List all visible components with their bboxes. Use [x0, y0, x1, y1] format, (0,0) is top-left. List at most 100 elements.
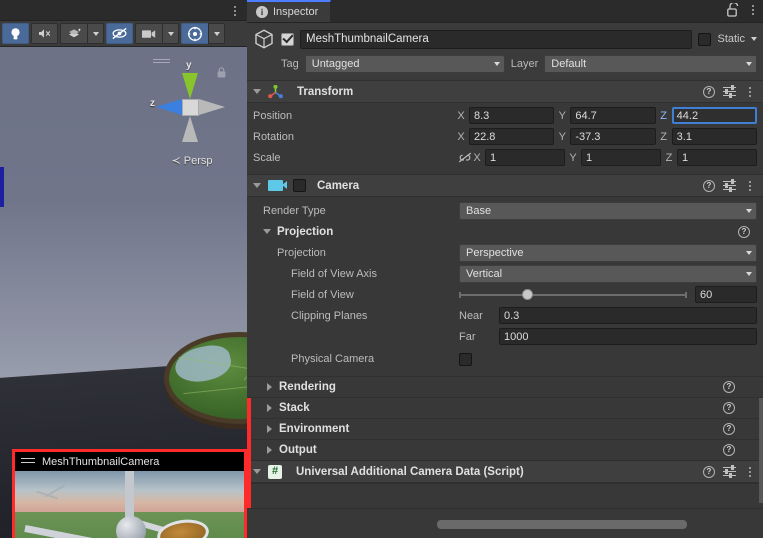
camera-preview-grip-icon[interactable] — [21, 457, 35, 466]
help-icon[interactable]: ? — [703, 465, 715, 478]
gizmo-axis-y-cone[interactable] — [182, 73, 198, 99]
scene-projection-label[interactable]: ≺ Persp — [151, 154, 233, 167]
gizmo-center-cube[interactable] — [182, 99, 199, 116]
projection-row: Projection Perspective — [253, 242, 757, 263]
position-y-input[interactable]: 64.7 — [570, 107, 656, 124]
kebab-menu-icon[interactable] — [744, 86, 756, 97]
output-foldout-icon[interactable] — [267, 446, 272, 454]
help-icon[interactable]: ? — [723, 423, 735, 435]
inspector-panel: i Inspector MeshThumbnailCamera Static T… — [247, 0, 763, 538]
inspector-vertical-scrollbar[interactable] — [759, 398, 763, 503]
fov-value-input[interactable]: 60 — [695, 286, 757, 303]
kebab-menu-icon[interactable] — [747, 5, 759, 15]
help-icon[interactable]: ? — [723, 402, 735, 414]
kebab-menu-icon[interactable] — [744, 180, 756, 191]
transform-header[interactable]: Transform ? — [247, 81, 763, 103]
fx-icon — [68, 28, 81, 38]
projection-dropdown[interactable]: Perspective — [459, 243, 757, 262]
rendering-foldout-icon[interactable] — [267, 383, 272, 391]
static-dropdown-chevron-down-icon[interactable] — [751, 37, 757, 41]
layer-dropdown[interactable]: Default — [544, 54, 757, 73]
inspector-horizontal-scrollbar[interactable] — [437, 520, 687, 529]
camera-preview-panel[interactable]: MeshThumbnailCamera — [12, 449, 247, 538]
scale-unlinked-icon[interactable] — [457, 152, 473, 163]
fov-axis-dropdown[interactable]: Vertical — [459, 264, 757, 283]
camera-preview-header: MeshThumbnailCamera — [15, 452, 244, 471]
rotation-label: Rotation — [253, 130, 294, 143]
eye-off-icon-button[interactable] — [106, 23, 133, 44]
scene-camera-icon-button[interactable] — [135, 23, 162, 44]
static-checkbox[interactable] — [698, 32, 712, 46]
scene-orientation-gizmo[interactable]: y z — [150, 55, 232, 163]
rotation-y-input[interactable]: -37.3 — [570, 128, 656, 145]
script-component-header[interactable]: # Universal Additional Camera Data (Scri… — [247, 461, 763, 483]
scale-label: Scale — [253, 151, 281, 164]
scene-viewport[interactable]: y z ≺ Persp MeshThumbnailCamera — [0, 47, 247, 538]
help-icon[interactable]: ? — [703, 179, 715, 192]
far-input[interactable]: 1000 — [499, 328, 757, 345]
scale-y-input[interactable]: 1 — [581, 149, 661, 166]
fov-slider-knob[interactable] — [522, 288, 534, 300]
position-z-input[interactable]: 44.2 — [671, 107, 757, 124]
help-icon[interactable]: ? — [703, 85, 715, 98]
fx-icon-button[interactable] — [60, 23, 87, 44]
script-foldout-icon[interactable] — [253, 469, 261, 474]
environment-foldout-icon[interactable] — [267, 425, 272, 433]
cube-icon — [255, 29, 273, 49]
camera-header[interactable]: Camera ? — [247, 175, 763, 197]
gizmo-axis-z-cone[interactable] — [156, 99, 182, 115]
fov-slider-track — [459, 291, 687, 298]
preset-icon[interactable] — [723, 464, 736, 479]
help-icon[interactable]: ? — [723, 444, 735, 456]
kebab-menu-icon[interactable] — [744, 466, 756, 477]
scene-blue-object — [0, 167, 4, 207]
gizmo-lock-icon[interactable] — [217, 67, 226, 78]
unlocked-padlock-icon[interactable] — [727, 3, 739, 17]
physical-camera-checkbox[interactable] — [459, 352, 472, 366]
camera-foldout-icon[interactable] — [253, 183, 261, 188]
gameobject-enabled-checkbox[interactable] — [281, 32, 294, 46]
fov-slider[interactable] — [459, 288, 687, 302]
gizmos-dropdown-button[interactable] — [208, 23, 225, 44]
help-icon[interactable]: ? — [723, 381, 735, 393]
environment-section[interactable]: Environment ? — [247, 418, 763, 439]
preset-icon[interactable] — [723, 178, 736, 193]
fx-dropdown-button[interactable] — [87, 23, 104, 44]
output-section[interactable]: Output ? — [247, 439, 763, 460]
position-axes: X 8.3 Y 64.7 Z 44.2 — [457, 107, 757, 124]
fov-row: Field of View 60 — [253, 284, 757, 305]
gizmo-axis-neg-z-cone[interactable] — [199, 99, 225, 115]
rotation-z-input[interactable]: 3.1 — [671, 128, 757, 145]
camera-enabled-checkbox[interactable] — [293, 179, 306, 192]
near-input[interactable]: 0.3 — [499, 307, 757, 324]
position-label: Position — [253, 109, 293, 122]
render-type-dropdown[interactable]: Base — [459, 201, 757, 220]
gizmo-axis-z-label: z — [150, 98, 155, 109]
render-type-row: Render Type Base — [253, 200, 757, 221]
scale-x-input[interactable]: 1 — [485, 149, 565, 166]
gameobject-name-input[interactable]: MeshThumbnailCamera — [300, 29, 693, 49]
component-universal-additional-camera-data: # Universal Additional Camera Data (Scri… — [247, 461, 763, 484]
preset-icon[interactable] — [723, 84, 736, 99]
audio-mute-icon-button[interactable] — [31, 23, 58, 44]
lightbulb-icon-button[interactable] — [2, 23, 29, 44]
projection-foldout-icon[interactable] — [263, 229, 271, 234]
projection-group-label: Projection — [277, 225, 334, 238]
gizmo-axis-neg-y-cone[interactable] — [182, 116, 198, 142]
scale-z-input[interactable]: 1 — [677, 149, 757, 166]
rendering-section[interactable]: Rendering ? — [247, 376, 763, 397]
help-icon[interactable]: ? — [738, 225, 750, 238]
rotation-x-input[interactable]: 22.8 — [469, 128, 555, 145]
position-x-input[interactable]: 8.3 — [469, 107, 555, 124]
tab-inspector[interactable]: i Inspector — [247, 0, 332, 22]
scene-camera-dropdown-button[interactable] — [162, 23, 179, 44]
stack-section[interactable]: Stack ? — [247, 397, 763, 418]
gizmos-icon-button[interactable] — [181, 23, 208, 44]
projection-group-header[interactable]: Projection ? — [253, 221, 757, 242]
gameobject-tag-layer-row: Tag Untagged Layer Default — [253, 54, 757, 73]
transform-foldout-icon[interactable] — [253, 89, 261, 94]
stack-foldout-icon[interactable] — [267, 404, 272, 412]
scene-kebab-menu-icon[interactable] — [229, 3, 241, 18]
tag-dropdown[interactable]: Untagged — [304, 54, 505, 73]
audio-mute-icon — [38, 29, 50, 38]
